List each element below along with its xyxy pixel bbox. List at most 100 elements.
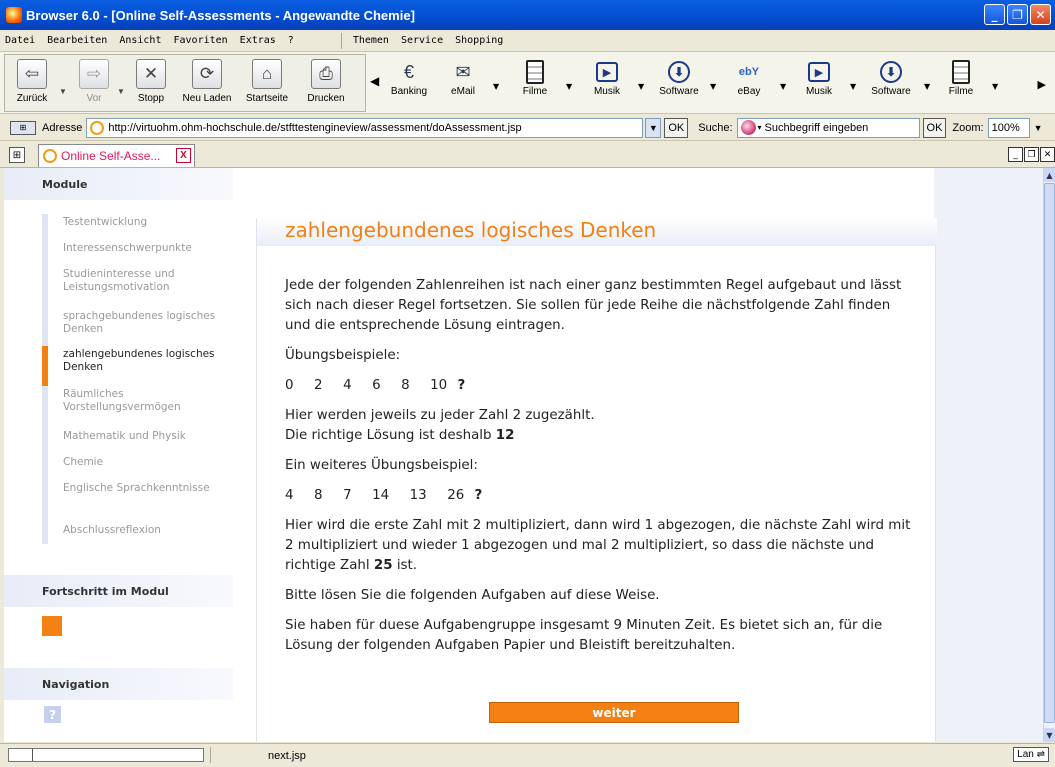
scroll-up-icon[interactable]: ▲ xyxy=(1044,168,1055,182)
status-bar: next.jsp Lan ⇌ xyxy=(0,743,1055,767)
chevron-down-icon: ▾ xyxy=(757,123,762,132)
address-ok-button[interactable]: OK xyxy=(664,117,689,138)
home-button[interactable]: ⌂ Startseite xyxy=(239,57,295,111)
chevron-down-icon[interactable]: ▼ xyxy=(59,87,67,96)
next-button[interactable]: weiter xyxy=(489,702,739,723)
home-icon: ⌂ xyxy=(252,59,282,89)
play-icon: ▶ xyxy=(808,62,830,82)
chevron-down-icon[interactable]: ▼ xyxy=(780,82,786,91)
tab-grid-icon[interactable]: ⊞ xyxy=(9,147,25,163)
musik-button-2[interactable]: ▶ Musik xyxy=(788,58,850,97)
right-background-strip xyxy=(934,168,1043,742)
zoom-select[interactable]: 100% xyxy=(987,117,1030,138)
play-icon: ▶ xyxy=(596,62,618,82)
close-button[interactable]: ✕ xyxy=(1030,4,1051,25)
software-button-2[interactable]: ⬇ Software xyxy=(860,58,922,97)
print-label: Drucken xyxy=(307,93,345,104)
mdi-close-button[interactable]: ✕ xyxy=(1040,147,1055,162)
sidebar-item-interessenschwerpunkte[interactable]: Interessenschwerpunkte xyxy=(42,240,227,266)
filme-button[interactable]: Filme xyxy=(504,58,566,97)
email-button[interactable]: ✉ eMail xyxy=(432,58,494,98)
menu-ansicht[interactable]: Ansicht xyxy=(119,35,161,46)
site-icon xyxy=(43,149,57,163)
chevron-down-icon[interactable]: ▼ xyxy=(992,82,998,91)
forward-button[interactable]: ⇨ Vor ▼ xyxy=(67,57,125,111)
scrollbar-thumb[interactable] xyxy=(1044,183,1055,723)
sequence-2-values: 4 8 7 14 13 26 xyxy=(285,488,465,503)
progress-heading: Fortschritt im Modul xyxy=(4,575,233,607)
example-sequence-1: 0 2 4 6 8 10 ? xyxy=(285,376,915,396)
address-dropdown-chevron-icon[interactable]: ▼ xyxy=(645,117,662,138)
sidebar-item-abschlussreflexion[interactable]: Abschlussreflexion xyxy=(42,522,227,544)
sidebar-item-studieninteresse[interactable]: Studieninteresse und Leistungsmotivation xyxy=(42,266,227,308)
forward-arrow-icon: ⇨ xyxy=(79,59,109,89)
examples-label: Übungsbeispiele: xyxy=(285,348,401,363)
chevron-down-icon[interactable]: ▼ xyxy=(638,82,644,91)
status-separator xyxy=(210,747,211,763)
ebay-button[interactable]: ebY eBay xyxy=(718,58,780,97)
email-icon: ✉ xyxy=(455,61,471,82)
menu-datei[interactable]: Datei xyxy=(5,35,35,46)
address-bar-icon[interactable]: ⊞ xyxy=(10,120,36,135)
sidebar-item-sprachgebundenes[interactable]: sprachgebundenes logisches Denken xyxy=(42,308,227,346)
tab-close-button[interactable]: X xyxy=(176,148,191,163)
search-ok-button[interactable]: OK xyxy=(922,117,947,138)
zoom-chevron-down-icon[interactable]: ▼ xyxy=(1034,123,1043,133)
menu-shopping[interactable]: Shopping xyxy=(455,35,503,46)
stop-label: Stopp xyxy=(137,93,165,104)
sidebar-item-englische[interactable]: Englische Sprachkenntnisse xyxy=(42,480,227,522)
help-icon[interactable]: ? xyxy=(44,706,61,723)
search-input[interactable]: ▾ Suchbegriff eingeben xyxy=(736,117,920,138)
example-2-label: Ein weiteres Übungsbeispiel: xyxy=(285,458,478,473)
sidebar-item-chemie[interactable]: Chemie xyxy=(42,454,227,480)
mdi-window-controls: _ ❐ ✕ xyxy=(1008,147,1055,162)
chevron-down-icon[interactable]: ▼ xyxy=(710,82,716,91)
vertical-scrollbar[interactable]: ▲ ▼ xyxy=(1043,168,1055,742)
menu-extras[interactable]: Extras xyxy=(240,35,276,46)
address-input[interactable]: http://virtuohm.ohm-hochschule.de/stftte… xyxy=(86,117,644,138)
menu-favoriten[interactable]: Favoriten xyxy=(173,35,227,46)
maximize-button[interactable]: ❐ xyxy=(1007,4,1028,25)
mdi-minimize-button[interactable]: _ xyxy=(1008,147,1023,162)
menu-bar: Datei Bearbeiten Ansicht Favoriten Extra… xyxy=(0,30,1055,52)
toolbar-scroll-right-icon[interactable]: ▶ xyxy=(1038,78,1046,91)
menu-separator xyxy=(340,32,342,49)
sidebar-item-mathematik[interactable]: Mathematik und Physik xyxy=(42,428,227,454)
tab-online-self-assessment[interactable]: Online Self-Asse... X xyxy=(38,144,195,167)
address-label: Adresse xyxy=(42,121,83,134)
answer-1-prefix: Die richtige Lösung ist deshalb xyxy=(285,428,492,443)
chevron-down-icon[interactable]: ▼ xyxy=(493,82,499,91)
chevron-down-icon[interactable]: ▼ xyxy=(566,82,572,91)
musik-button[interactable]: ▶ Musik xyxy=(576,58,638,97)
explanation-2: Hier wird die erste Zahl mit 2 multipliz… xyxy=(285,516,915,576)
explanation-1: Hier werden jeweils zu jeder Zahl 2 zuge… xyxy=(285,406,915,446)
banking-button[interactable]: € Banking xyxy=(378,58,440,98)
mdi-restore-button[interactable]: ❐ xyxy=(1024,147,1039,162)
menu-help[interactable]: ? xyxy=(288,35,294,46)
filme-label-2: Filme xyxy=(948,86,974,97)
scroll-down-icon[interactable]: ▼ xyxy=(1044,728,1055,742)
menu-service[interactable]: Service xyxy=(401,35,443,46)
sequence-1-values: 0 2 4 6 8 10 xyxy=(285,378,448,393)
menu-themen[interactable]: Themen xyxy=(353,35,389,46)
forward-label: Vor xyxy=(86,93,102,104)
sidebar-item-testentwicklung[interactable]: Testentwicklung xyxy=(42,214,227,240)
chevron-down-icon[interactable]: ▼ xyxy=(850,82,856,91)
software-button[interactable]: ⬇ Software xyxy=(648,58,710,97)
stop-button[interactable]: ✕ Stopp xyxy=(131,57,171,111)
sidebar: Module Testentwicklung Interessenschwerp… xyxy=(4,168,233,742)
tab-title: Online Self-Asse... xyxy=(61,149,161,163)
search-engine-icon[interactable] xyxy=(740,120,756,135)
filme-button-2[interactable]: Filme xyxy=(930,58,992,97)
reload-button[interactable]: ⟳ Neu Laden xyxy=(177,57,237,111)
chevron-down-icon[interactable]: ▼ xyxy=(117,87,125,96)
minimize-button[interactable]: _ xyxy=(984,4,1005,25)
print-button[interactable]: ⎙ Drucken xyxy=(299,57,353,111)
home-label: Startseite xyxy=(245,93,289,104)
main-body: Jede der folgenden Zahlenreihen ist nach… xyxy=(285,276,915,666)
network-label: Lan xyxy=(1017,749,1034,760)
menu-bearbeiten[interactable]: Bearbeiten xyxy=(47,35,107,46)
sidebar-item-raeumliches[interactable]: Räumliches Vorstellungsvermögen xyxy=(42,386,227,428)
sidebar-item-zahlengebundenes[interactable]: zahlengebundenes logisches Denken xyxy=(42,346,227,386)
back-button[interactable]: ⇦ Zurück ▼ xyxy=(7,57,67,111)
